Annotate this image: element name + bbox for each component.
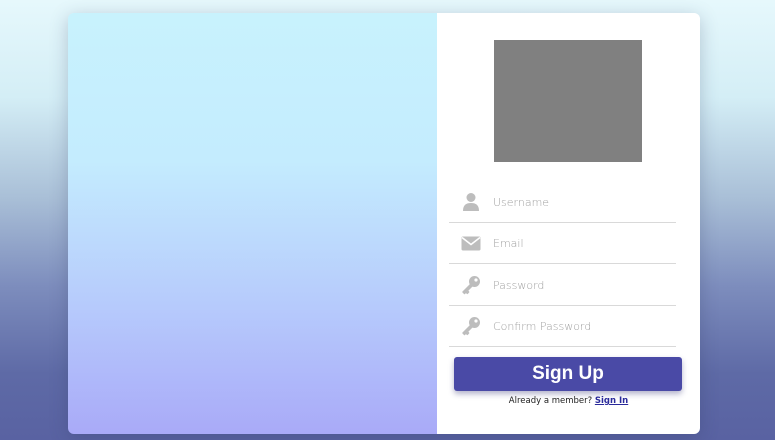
envelope-icon: [449, 236, 493, 251]
key-icon: [449, 275, 493, 295]
username-input[interactable]: [493, 195, 663, 209]
logo-placeholder: [494, 40, 642, 162]
key-icon: [449, 316, 493, 336]
signup-form-panel: Sign Up Already a member? Sign In: [437, 13, 700, 434]
username-field: [449, 182, 676, 223]
user-icon: [449, 192, 493, 212]
email-input[interactable]: [493, 236, 663, 250]
sign-in-link[interactable]: Sign In: [595, 396, 628, 406]
password-field: [449, 265, 676, 306]
email-field: [449, 223, 676, 264]
member-prompt-text: Already a member?: [508, 396, 593, 406]
hero-panel: [68, 13, 437, 434]
page-background: { "form": { "username_placeholder": "Use…: [0, 0, 775, 440]
password-input[interactable]: [493, 278, 663, 292]
signin-prompt: Already a member? Sign In: [437, 396, 700, 406]
sign-up-button[interactable]: Sign Up: [454, 357, 682, 391]
confirm-password-field: [449, 306, 676, 347]
signup-card: Sign Up Already a member? Sign In: [68, 13, 700, 434]
confirm-password-input[interactable]: [493, 319, 663, 333]
